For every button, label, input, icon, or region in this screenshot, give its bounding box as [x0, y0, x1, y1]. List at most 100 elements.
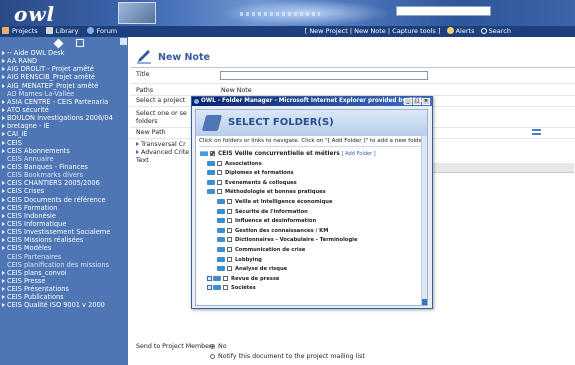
expand-triangle-icon[interactable] — [2, 59, 5, 64]
sidebar-project-item[interactable]: CEIS plans_convoi — [0, 269, 128, 277]
folder-tree-item[interactable]: Communication de crise — [200, 246, 420, 256]
folder-tree-item[interactable]: Sociétés — [200, 284, 420, 294]
expand-triangle-icon[interactable] — [2, 107, 5, 112]
sidebar-project-item[interactable]: CAI_iE — [0, 130, 128, 138]
expand-triangle-icon[interactable] — [2, 181, 5, 186]
maximize-icon[interactable]: □ — [413, 98, 421, 105]
checkbox[interactable] — [227, 198, 232, 204]
radio-button[interactable] — [210, 344, 215, 349]
expand-triangle-icon[interactable] — [2, 303, 5, 308]
sidebar-project-item[interactable]: -- Aide OWL Desk — [0, 49, 128, 57]
nav-forum[interactable]: Forum — [86, 27, 121, 35]
expand-triangle-icon[interactable] — [2, 140, 5, 145]
expand-triangle-icon[interactable] — [2, 148, 5, 153]
checkbox[interactable] — [227, 237, 232, 243]
folder-tree-item[interactable]: Analyse de risque — [200, 265, 420, 275]
sidebar-project-item[interactable]: AIG_MENATEP_Projet amêté — [0, 82, 128, 90]
expand-triangle-icon[interactable] — [2, 287, 5, 292]
checkbox[interactable] — [210, 151, 215, 156]
expand-triangle-icon[interactable] — [2, 205, 5, 210]
nav-library[interactable]: Library — [45, 27, 82, 35]
alerts-link[interactable]: Alerts — [446, 27, 474, 35]
folder-tree-item[interactable]: Gestion des connaissances / KM — [200, 227, 420, 237]
sidebar-project-item[interactable]: AIG RENSCIB_Projet amêté — [0, 73, 128, 81]
checkbox[interactable] — [227, 246, 232, 252]
sidebar-project-item[interactable]: CEIS Formation — [0, 204, 128, 212]
checkbox[interactable] — [217, 189, 222, 195]
close-icon[interactable]: × — [422, 98, 430, 105]
checkbox[interactable] — [227, 266, 232, 272]
expand-triangle-icon[interactable] — [2, 221, 5, 226]
sidebar-project-item[interactable]: BOULON Investigations 2006/04 — [0, 114, 128, 122]
transversal-criteria-link[interactable]: Transversal Cr — [136, 141, 186, 148]
nav-projects[interactable]: Projects — [2, 27, 41, 35]
expand-triangle-icon[interactable] — [2, 295, 5, 300]
radio-notify-option[interactable]: Notify this document to the project mail… — [210, 353, 365, 360]
checkbox[interactable] — [227, 208, 232, 214]
sidebar-project-item[interactable]: CEIS CHANTIERS 2005/2006 — [0, 179, 128, 187]
expand-triangle-icon[interactable] — [2, 246, 5, 251]
expand-triangle-icon[interactable] — [2, 213, 5, 218]
search-link[interactable]: Search — [480, 27, 511, 35]
add-folder-link[interactable]: [ Add Folder ] — [342, 151, 376, 157]
tree-root[interactable]: CEIS Veille concurrentielle et métiers[ … — [200, 150, 420, 160]
folder-tree-item[interactable]: Evénements & colloques — [200, 179, 420, 189]
expand-triangle-icon[interactable] — [2, 75, 5, 80]
expand-triangle-icon[interactable] — [2, 164, 5, 169]
new-project-link[interactable]: [ New Project — [305, 27, 348, 35]
folder-tree-item[interactable]: Veille et Intelligence économique — [200, 198, 420, 208]
advanced-criteria-link[interactable]: Advanced Crite — [136, 149, 189, 156]
checkbox[interactable] — [227, 218, 232, 224]
sidebar-project-item[interactable]: CEIS Partenaires — [0, 253, 128, 261]
sidebar-project-item[interactable]: bretagne - iE — [0, 122, 128, 130]
sidebar-project-item[interactable]: CEIS Investissement Socialeme — [0, 228, 128, 236]
sidebar-project-item[interactable]: AA RAND — [0, 57, 128, 65]
sidebar-project-item[interactable]: CEIS Publications — [0, 293, 128, 301]
sidebar-project-item[interactable]: CEIS Présentations — [0, 285, 128, 293]
folder-tree-item[interactable]: Méthodologie et bonnes pratiques — [200, 188, 420, 198]
sidebar-project-item[interactable]: CEIS Documents de référence — [0, 196, 128, 204]
expand-triangle-icon[interactable] — [2, 278, 5, 283]
expand-triangle-icon[interactable] — [2, 132, 5, 137]
expand-triangle-icon[interactable] — [2, 99, 5, 104]
checkbox[interactable] — [217, 160, 222, 166]
checkbox[interactable] — [227, 256, 232, 262]
sidebar-project-item[interactable]: CEIS Qualité ISO 9001 v 2000 — [0, 301, 128, 309]
expand-triangle-icon[interactable] — [2, 51, 5, 55]
sidebar-project-item[interactable]: CEIS Annuaire — [0, 155, 128, 163]
sidebar-project-item[interactable]: CEIS planification des missions — [0, 261, 128, 269]
sidebar-project-item[interactable]: CEIS Indonésie — [0, 212, 128, 220]
sidebar-project-item[interactable]: CEIS Abonnements — [0, 147, 128, 155]
scroll-down-arrow[interactable] — [422, 299, 427, 305]
capture-tools-link[interactable]: Capture tools ] — [392, 27, 440, 35]
expand-triangle-icon[interactable] — [2, 116, 5, 121]
checkbox[interactable] — [223, 275, 228, 281]
checkbox[interactable] — [217, 179, 222, 185]
expand-triangle-icon[interactable] — [2, 230, 5, 235]
checkbox[interactable] — [227, 227, 232, 233]
sidebar-project-item[interactable]: CEIS Informatique — [0, 220, 128, 228]
expand-plus-icon[interactable] — [207, 285, 212, 291]
expand-triangle-icon[interactable] — [2, 238, 5, 243]
folder-tree-item[interactable]: Diplomes et formations — [200, 169, 420, 179]
folder-tree-item[interactable]: Dictionnaires - Vocabulaire - Terminolog… — [200, 236, 420, 246]
minimize-icon[interactable]: _ — [404, 98, 412, 105]
sidebar-project-item[interactable]: CEIS Crises — [0, 187, 128, 195]
sidebar-project-item[interactable]: CEIS Banques - Finances — [0, 163, 128, 171]
folder-tree-item[interactable]: Influence et désinformation — [200, 217, 420, 227]
folder-tree-item[interactable]: Sécurité de l'information — [200, 208, 420, 218]
sidebar-project-item[interactable]: AIG DROLIT - Projet amêté — [0, 65, 128, 73]
radio-button[interactable] — [210, 354, 215, 359]
new-note-link[interactable]: New Note — [354, 27, 386, 35]
window-titlebar[interactable]: OWL - Folder Manager - Microsoft Interne… — [192, 97, 432, 106]
dialog-scrollbar[interactable] — [421, 136, 427, 305]
checkbox[interactable] — [223, 285, 228, 291]
collapse-all-icon[interactable] — [76, 39, 84, 47]
expand-triangle-icon[interactable] — [2, 67, 5, 72]
checkbox[interactable] — [217, 170, 222, 176]
sidebar-project-item[interactable]: CEIS — [0, 139, 128, 147]
expand-plus-icon[interactable] — [207, 275, 212, 281]
owl-logo[interactable]: owl — [14, 2, 55, 26]
sidebar-project-item[interactable]: AO Mames-La-Vallée — [0, 90, 128, 98]
header-search-input[interactable] — [396, 6, 491, 16]
